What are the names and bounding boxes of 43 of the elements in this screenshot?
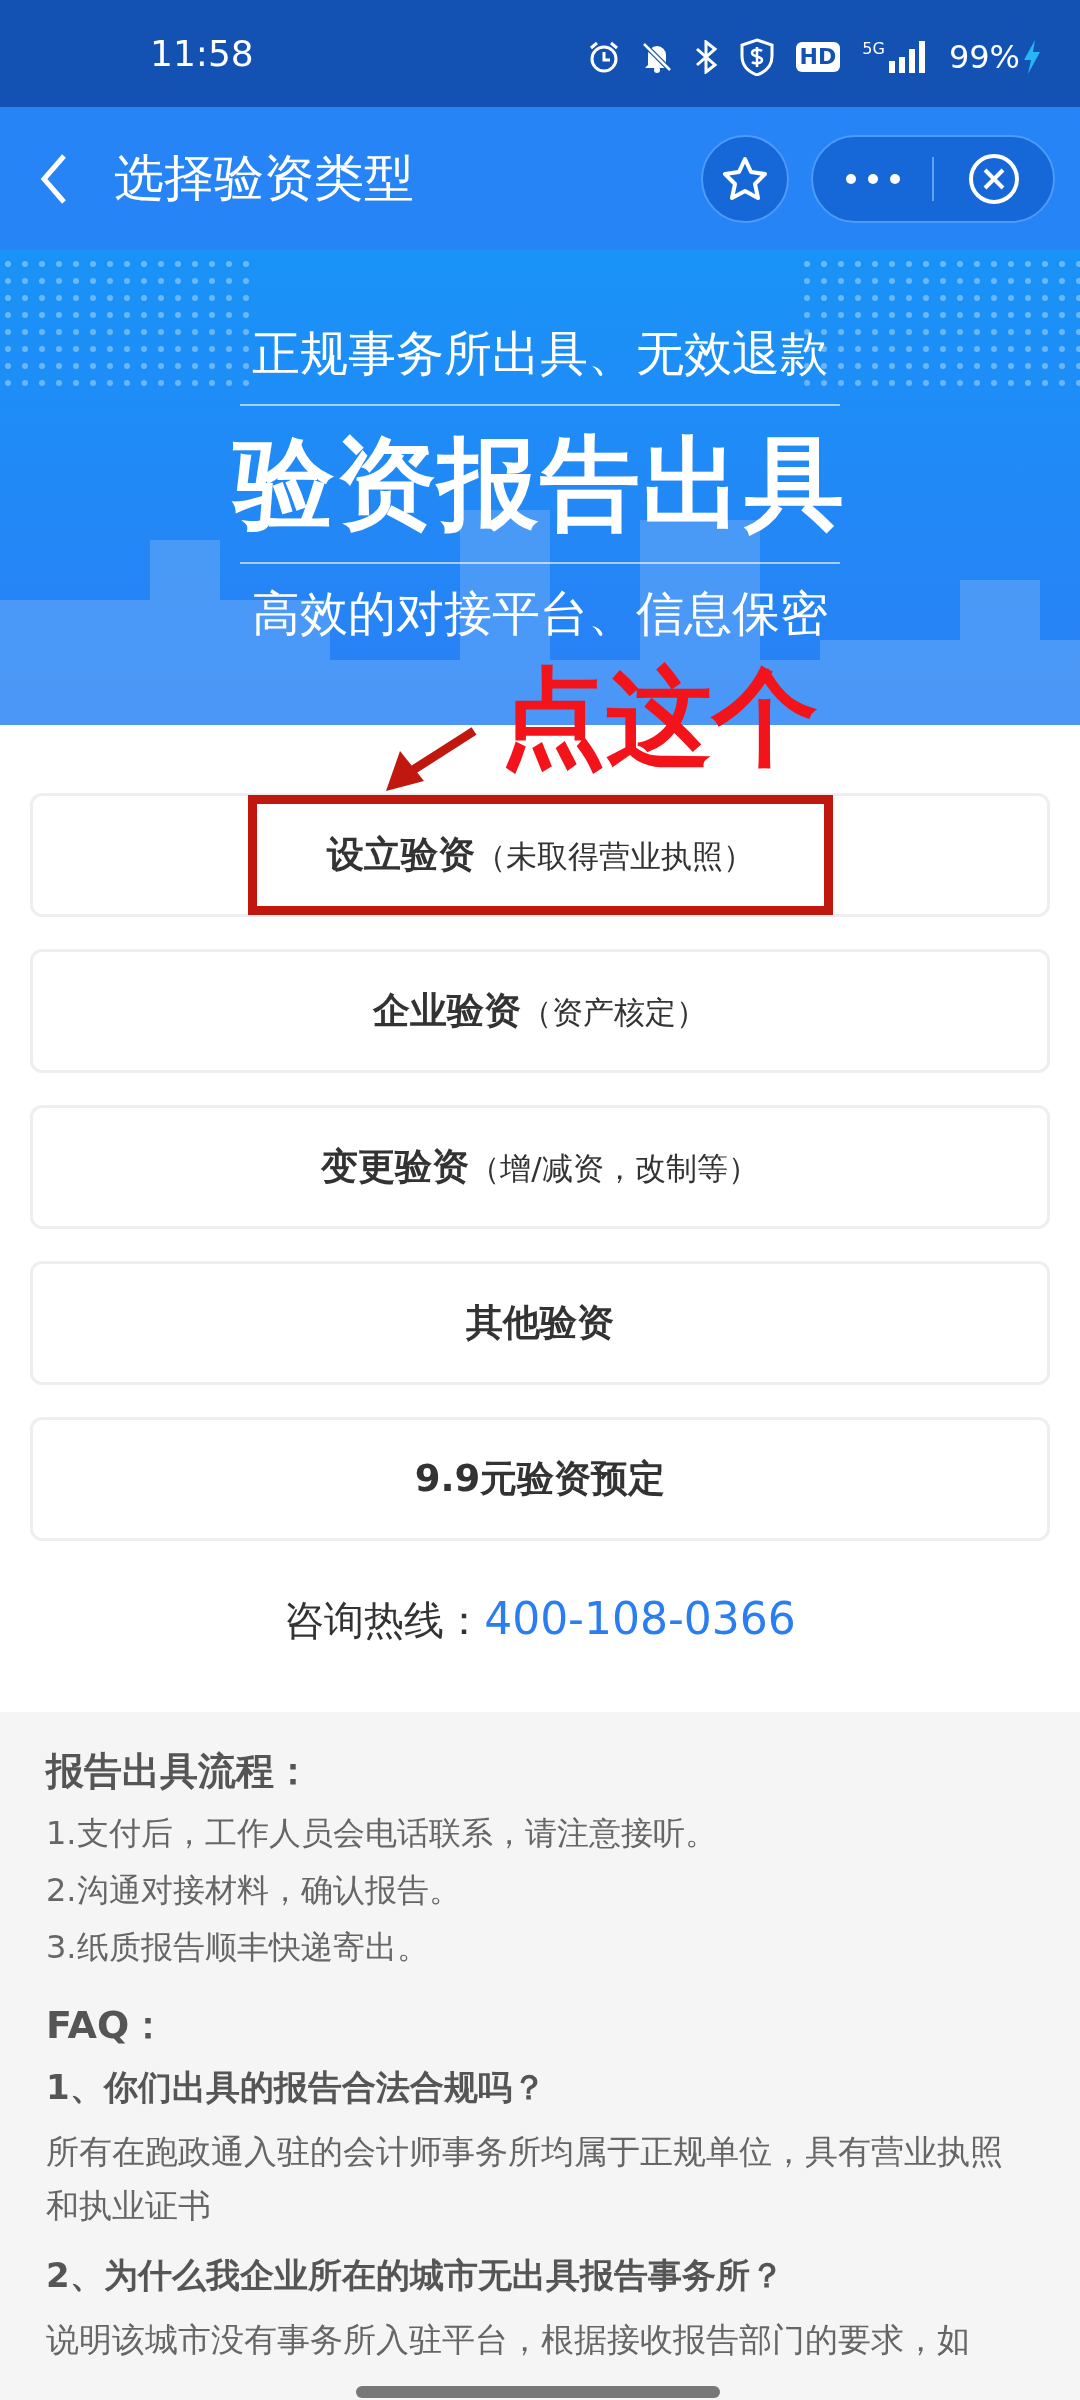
- clock-time: 11:58: [150, 33, 254, 74]
- option-button[interactable]: 企业验资（资产核定）: [30, 949, 1050, 1073]
- option-note: （未取得营业执照）: [474, 837, 754, 876]
- battery-level: 99%: [948, 37, 1020, 76]
- network-label: 5G: [862, 40, 885, 57]
- more-icon: [844, 172, 901, 185]
- bluetooth-icon: [693, 39, 718, 74]
- hotline-number[interactable]: 400-108-0366: [484, 1593, 796, 1644]
- option-note: （资产核定）: [521, 993, 707, 1032]
- alarm-icon: [587, 40, 620, 73]
- hotline-label: 咨询热线：: [284, 1596, 485, 1645]
- shield-icon: [739, 37, 774, 76]
- option-title: 9.9元验资预定: [414, 1456, 666, 1502]
- banner-headline: 验资报告出具: [234, 424, 846, 544]
- hd-icon: HD: [795, 41, 841, 72]
- faq-answer: 说明该城市没有事务所入驻平台，根据接收报告部门的要求，如: [46, 2319, 971, 2361]
- section-title: FAQ：: [46, 2002, 169, 2049]
- option-button[interactable]: 9.9元验资预定: [30, 1417, 1050, 1541]
- section-title: 报告出具流程：: [46, 1748, 313, 1795]
- back-icon: [40, 152, 68, 205]
- close-icon: [966, 151, 1021, 206]
- option-title: 其他验资: [466, 1300, 614, 1346]
- process-step: 1.支付后，工作人员会电话联系，请注意接听。: [46, 1805, 1034, 1862]
- option-title: 企业验资: [373, 988, 521, 1034]
- lightning-icon: [1022, 39, 1042, 74]
- option-button[interactable]: 其他验资: [30, 1261, 1050, 1385]
- option-title: 变更验资: [321, 1144, 470, 1190]
- faq-answer: 所有在跑政通入驻的会计师事务所均属于正规单位，具有营业执照和执业证书: [46, 2131, 1004, 2227]
- faq-question: 2、为什么我企业所在的城市无出具报告事务所？: [46, 2254, 785, 2297]
- page-title: 选择验资类型: [114, 148, 415, 209]
- faq-question: 1、你们出具的报告合法合规吗？: [46, 2066, 547, 2109]
- option-button[interactable]: 设立验资（未取得营业执照）: [30, 793, 1050, 917]
- process-step: 3.纸质报告顺丰快递寄出。: [46, 1919, 1034, 1976]
- muted-bell-icon: [641, 40, 672, 73]
- option-title: 设立验资: [326, 832, 475, 878]
- signal-icon: [886, 40, 927, 73]
- back-button[interactable]: [40, 152, 68, 205]
- star-icon: [721, 155, 769, 202]
- banner-tagline: 正规事务所出具、无效退款: [252, 324, 828, 383]
- banner-subline: 高效的对接平台、信息保密: [252, 584, 828, 643]
- process-step: 2.沟通对接材料，确认报告。: [46, 1862, 1034, 1919]
- option-button[interactable]: 变更验资（增/减资，改制等）: [30, 1105, 1050, 1229]
- option-note: （增/减资，改制等）: [469, 1149, 759, 1188]
